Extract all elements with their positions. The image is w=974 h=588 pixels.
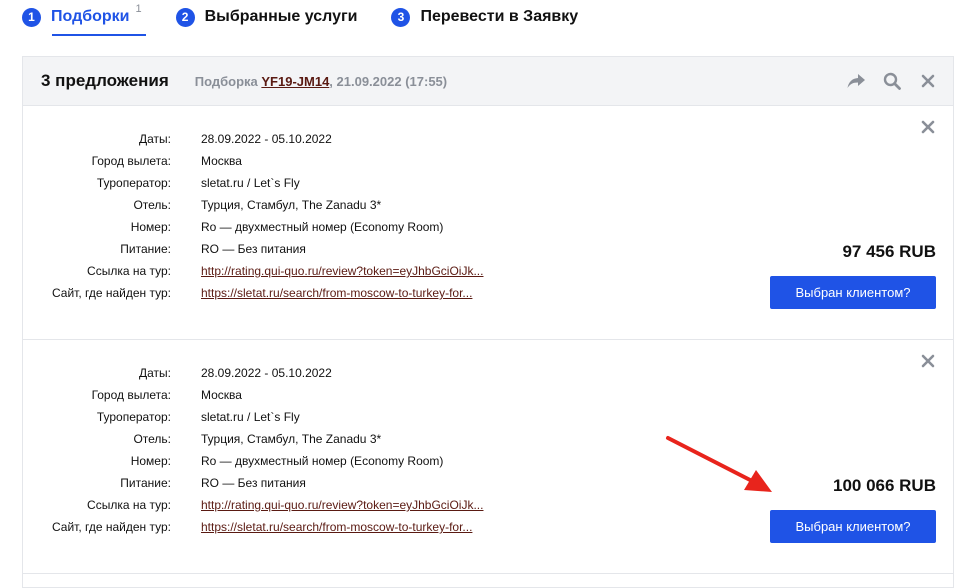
detail-row-meals: Питание: RO — Без питания	[23, 238, 483, 260]
chosen-by-client-button[interactable]: Выбран клиентом?	[770, 276, 936, 309]
header-actions	[831, 57, 939, 105]
steps-nav: 1 Подборки 1 2 Выбранные услуги 3 Переве…	[22, 0, 612, 40]
detail-row-meals: Питание: RO — Без питания	[23, 472, 483, 494]
step-number: 1	[22, 7, 41, 27]
selection-prefix: Подборка	[194, 73, 258, 89]
detail-row-dates: Даты: 28.09.2022 - 05.10.2022	[23, 362, 483, 384]
remove-offer-icon[interactable]	[921, 354, 939, 372]
detail-row-source-site: Сайт, где найден тур: https://sletat.ru/s…	[23, 282, 483, 304]
detail-label: Туроператор:	[96, 410, 171, 424]
selection-date: , 21.09.2022 (17:55)	[329, 73, 448, 89]
detail-label: Питание:	[120, 242, 171, 256]
detail-row-hotel: Отель: Турция, Стамбул, The Zanadu 3*	[23, 428, 483, 450]
offer-card: Даты: 28.09.2022 - 05.10.2022 Город вылет…	[23, 106, 953, 340]
detail-label: Ссылка на тур:	[87, 264, 171, 278]
detail-label: Сайт, где найден тур:	[51, 286, 171, 300]
detail-row-operator: Туроператор: sletat.ru / Let`s Fly	[23, 406, 483, 428]
detail-label: Город вылета:	[91, 154, 171, 168]
detail-row-room: Номер: Ro — двухместный номер (Economy Ro…	[23, 216, 483, 238]
step-convert-to-request[interactable]: 3 Перевести в Заявку	[391, 0, 578, 34]
detail-row-hotel: Отель: Турция, Стамбул, The Zanadu 3*	[23, 194, 483, 216]
offers-panel: 3 предложения Подборка YF19-JM14, 21.09.…	[22, 56, 954, 588]
offer-card: Даты: 28.09.2022 - 05.10.2022 Город вылет…	[23, 340, 953, 574]
detail-label: Отель:	[133, 198, 171, 212]
detail-row-tour-link: Ссылка на тур: http://rating.qui-quo.ru/r…	[23, 260, 483, 282]
detail-value: Ro — двухместный номер (Economy Room)	[201, 220, 444, 234]
detail-value: Ro — двухместный номер (Economy Room)	[201, 454, 444, 468]
detail-label: Даты:	[139, 366, 171, 380]
detail-label: Даты:	[139, 132, 171, 146]
detail-label: Номер:	[130, 454, 171, 468]
step-number: 2	[175, 7, 195, 27]
tour-link[interactable]: http://rating.qui-quo.ru/review?token=ey…	[201, 264, 483, 278]
detail-value: RO — Без питания	[201, 476, 306, 490]
step-label: Подборки	[51, 8, 130, 25]
detail-value: 28.09.2022 - 05.10.2022	[201, 366, 332, 380]
detail-value: Москва	[201, 154, 242, 168]
detail-value: RO — Без питания	[201, 242, 306, 256]
tour-link[interactable]: http://rating.qui-quo.ru/review?token=ey…	[201, 498, 483, 512]
detail-value: sletat.ru / Let`s Fly	[201, 410, 300, 424]
detail-value: Москва	[201, 388, 242, 402]
step-label: Перевести в Заявку	[420, 8, 579, 25]
selection-code-link[interactable]: YF19-JM14	[261, 74, 329, 89]
detail-row-room: Номер: Ro — двухместный номер (Economy Ro…	[23, 450, 483, 472]
detail-label: Сайт, где найден тур:	[51, 520, 171, 534]
annotation-arrow-icon	[666, 436, 772, 492]
source-site-link[interactable]: https://sletat.ru/search/from-moscow-to-…	[201, 520, 472, 534]
detail-row-departure: Город вылета: Москва	[23, 384, 483, 406]
detail-row-departure: Город вылета: Москва	[23, 150, 483, 172]
detail-value: Турция, Стамбул, The Zanadu 3*	[201, 432, 382, 446]
offer-price: 100 066 RUB	[832, 476, 936, 495]
detail-label: Отель:	[133, 432, 171, 446]
selection-info: Подборка YF19-JM14, 21.09.2022 (17:55)	[195, 74, 447, 89]
detail-label: Номер:	[130, 220, 171, 234]
chosen-by-client-button[interactable]: Выбран клиентом?	[770, 510, 936, 543]
source-site-link[interactable]: https://sletat.ru/search/from-moscow-to-…	[201, 286, 472, 300]
panel-title: 3 предложения	[41, 71, 169, 90]
detail-label: Ссылка на тур:	[87, 498, 171, 512]
detail-label: Город вылета:	[91, 388, 171, 402]
share-icon[interactable]	[845, 70, 867, 92]
detail-label: Туроператор:	[96, 176, 171, 190]
detail-value: sletat.ru / Let`s Fly	[201, 176, 300, 190]
remove-offer-icon[interactable]	[921, 120, 939, 138]
close-icon[interactable]	[917, 70, 939, 92]
step-selections[interactable]: 1 Подборки 1	[22, 0, 146, 36]
offer-price: 97 456 RUB	[842, 242, 936, 261]
panel-header: 3 предложения Подборка YF19-JM14, 21.09.…	[23, 57, 953, 106]
detail-row-dates: Даты: 28.09.2022 - 05.10.2022	[23, 128, 483, 150]
search-icon[interactable]	[881, 70, 903, 92]
detail-row-tour-link: Ссылка на тур: http://rating.qui-quo.ru/r…	[23, 494, 483, 516]
step-selected-services[interactable]: 2 Выбранные услуги	[175, 0, 358, 34]
step-count-badge: 1	[135, 3, 142, 15]
detail-label: Питание:	[120, 476, 171, 490]
step-number: 3	[391, 7, 411, 27]
offer-details: Даты: 28.09.2022 - 05.10.2022 Город вылет…	[23, 362, 484, 538]
detail-row-operator: Туроператор: sletat.ru / Let`s Fly	[23, 172, 483, 194]
step-label: Выбранные услуги	[204, 8, 358, 25]
detail-value: 28.09.2022 - 05.10.2022	[201, 132, 332, 146]
detail-row-source-site: Сайт, где найден тур: https://sletat.ru/s…	[23, 516, 483, 538]
detail-value: Турция, Стамбул, The Zanadu 3*	[201, 198, 382, 212]
offer-details: Даты: 28.09.2022 - 05.10.2022 Город вылет…	[23, 128, 484, 304]
